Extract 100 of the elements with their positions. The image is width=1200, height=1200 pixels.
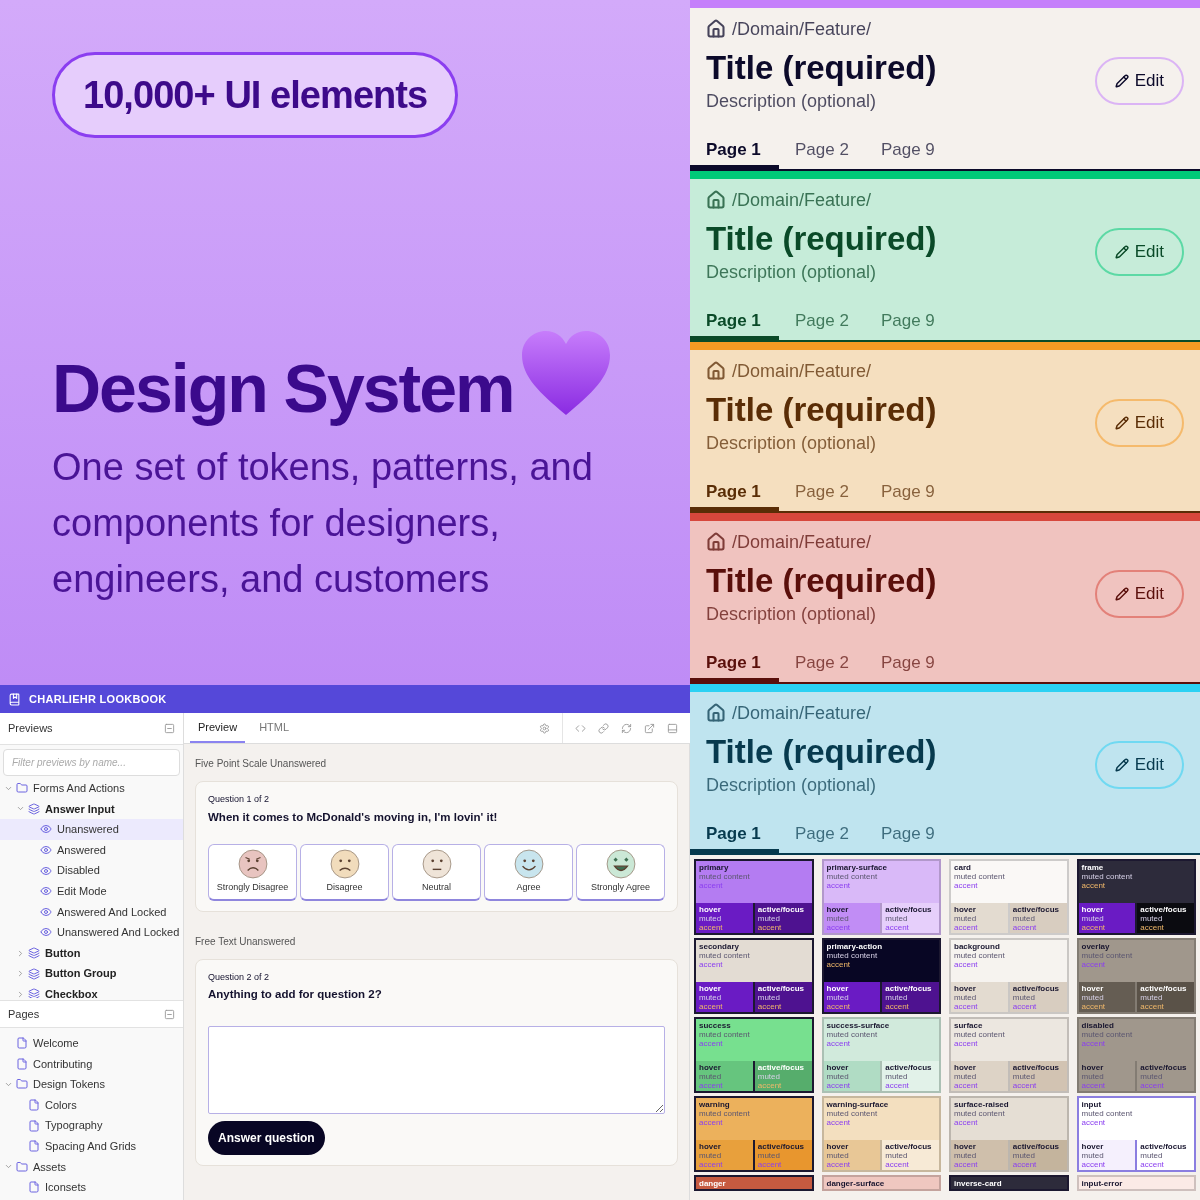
swatch-label: background xyxy=(954,942,1001,951)
scale-option-button[interactable]: Strongly Disagree xyxy=(208,843,297,901)
section-heading: Free Text Unanswered xyxy=(195,934,297,949)
tree-item[interactable]: Assets xyxy=(0,1156,183,1178)
settings-icon[interactable] xyxy=(539,722,550,734)
code-icon[interactable] xyxy=(575,722,586,734)
page-tab[interactable]: Page 2 xyxy=(779,648,865,682)
view-tab[interactable]: HTML xyxy=(251,713,298,743)
page-tab[interactable]: Page 2 xyxy=(779,135,865,169)
page-description: Description (optional) xyxy=(706,90,878,113)
tree-item[interactable]: Button xyxy=(0,942,183,964)
eye-icon xyxy=(40,864,52,877)
home-icon[interactable] xyxy=(706,703,726,723)
tree-item[interactable]: Spacing And Grids xyxy=(0,1135,183,1157)
chevron-right-icon xyxy=(16,989,25,998)
scale-option-button[interactable]: Agree xyxy=(484,843,573,901)
swatch-accent: accent xyxy=(1081,1160,1107,1169)
file-icon xyxy=(28,1119,40,1132)
swatch-muted: muted content xyxy=(699,872,751,881)
collapse-icon[interactable] xyxy=(164,723,175,734)
swatch-label: active/focus xyxy=(1012,905,1060,914)
tree-item[interactable]: Welcome xyxy=(0,1033,183,1054)
file-icon xyxy=(28,1099,40,1112)
scale-option-button[interactable]: Disagree xyxy=(300,843,389,901)
tree-item[interactable]: Unanswered xyxy=(0,819,183,840)
page-tab[interactable]: Page 9 xyxy=(864,648,951,682)
tree-item[interactable]: Answered xyxy=(0,839,183,861)
collapse-icon[interactable] xyxy=(164,1008,175,1020)
chevron-down-icon xyxy=(4,1080,13,1089)
edit-button[interactable]: Edit xyxy=(1094,228,1184,276)
page-tab[interactable]: Page 2 xyxy=(779,477,865,511)
answer-field[interactable] xyxy=(208,1025,665,1114)
swatch-muted: muted xyxy=(1140,914,1164,923)
swatch-muted: muted content xyxy=(826,1030,879,1039)
page-tab[interactable]: Page 9 xyxy=(864,135,951,169)
home-icon[interactable] xyxy=(706,361,726,381)
edit-button[interactable]: Edit xyxy=(1094,399,1184,447)
tree-item[interactable]: Contributing xyxy=(0,1053,183,1075)
swatch-muted: muted xyxy=(1012,914,1036,923)
tree-item[interactable]: Iconsets xyxy=(0,1177,183,1198)
swatch-label: card xyxy=(954,863,972,872)
panel-icon[interactable] xyxy=(667,722,678,734)
tree-item[interactable]: Checkbox xyxy=(0,983,183,998)
swatch-accent: accent xyxy=(885,1002,910,1011)
answer-button[interactable]: Answer question xyxy=(208,1120,325,1155)
home-icon[interactable] xyxy=(706,19,726,39)
tree-item[interactable]: Unanswered And Locked xyxy=(0,922,183,943)
swatch-label: input-error xyxy=(1081,1179,1124,1188)
tree-item[interactable]: Edit Mode xyxy=(0,880,183,902)
tree-item[interactable]: Colors xyxy=(0,1094,183,1116)
tree-item[interactable]: Forms And Actions xyxy=(0,778,183,799)
swatch-muted: muted content xyxy=(826,1109,879,1118)
swatch-muted: muted content xyxy=(954,951,1006,960)
scale-option-button[interactable]: Strongly Agree xyxy=(576,843,665,901)
page-tab[interactable]: Page 9 xyxy=(864,306,951,340)
swatch-muted: muted xyxy=(826,1072,850,1081)
swatch-label: overlay xyxy=(1081,942,1111,951)
chevron-right-icon xyxy=(16,948,25,958)
folder-icon xyxy=(16,1078,28,1091)
home-icon[interactable] xyxy=(706,532,726,552)
swatch-muted: muted xyxy=(1081,1151,1105,1160)
swatch-muted: muted xyxy=(954,914,978,923)
app-title: CHARLIEHR LOOKBOOK xyxy=(29,691,167,707)
page-tab[interactable]: Page 9 xyxy=(864,477,951,511)
tree-item[interactable]: Disabled xyxy=(0,860,183,881)
link-icon[interactable] xyxy=(598,722,609,734)
tree-item[interactable]: Button Group xyxy=(0,963,183,984)
page-tab[interactable]: Page 2 xyxy=(779,306,865,340)
swatch-label: primary-action xyxy=(826,942,884,951)
swatch-label: hover xyxy=(954,1063,977,1072)
swatch-label: primary-surface xyxy=(826,863,888,872)
layers-icon xyxy=(28,988,40,998)
external-link-icon[interactable] xyxy=(644,722,655,734)
edit-button[interactable]: Edit xyxy=(1094,57,1184,105)
refresh-icon[interactable] xyxy=(621,722,632,734)
swatch-label: warning-surface xyxy=(826,1100,890,1109)
tree-item[interactable]: Answer Input xyxy=(0,798,183,820)
layers-icon xyxy=(28,967,40,980)
edit-button[interactable]: Edit xyxy=(1094,570,1184,618)
tree-item[interactable]: Design Tokens xyxy=(0,1074,183,1095)
swatch-accent: accent xyxy=(1081,1081,1107,1090)
page-tab[interactable]: Page 2 xyxy=(779,819,865,853)
swatch-accent: accent xyxy=(1012,1160,1038,1169)
edit-button[interactable]: Edit xyxy=(1094,741,1184,789)
tree-item[interactable]: Answered And Locked xyxy=(0,901,183,923)
home-icon[interactable] xyxy=(706,190,726,210)
breadcrumb: /Domain/Feature/ xyxy=(732,359,872,383)
scale-option-button[interactable]: Neutral xyxy=(392,843,481,901)
swatch-label: active/focus xyxy=(1012,1142,1060,1151)
swatch-muted: muted content xyxy=(699,1109,751,1118)
tree-item[interactable]: Typography xyxy=(0,1115,183,1136)
swatch-accent: accent xyxy=(826,1160,852,1169)
swatch-accent: accent xyxy=(826,1118,852,1127)
page-tab[interactable]: Page 9 xyxy=(864,819,951,853)
heart-icon xyxy=(519,329,612,417)
page-title: Title (required) xyxy=(706,390,937,430)
eye-icon xyxy=(40,823,52,836)
filter-field[interactable]: Filter previews by name... xyxy=(3,749,180,776)
swatch-muted: muted xyxy=(1081,914,1105,923)
swatch-muted: muted content xyxy=(1081,872,1134,881)
